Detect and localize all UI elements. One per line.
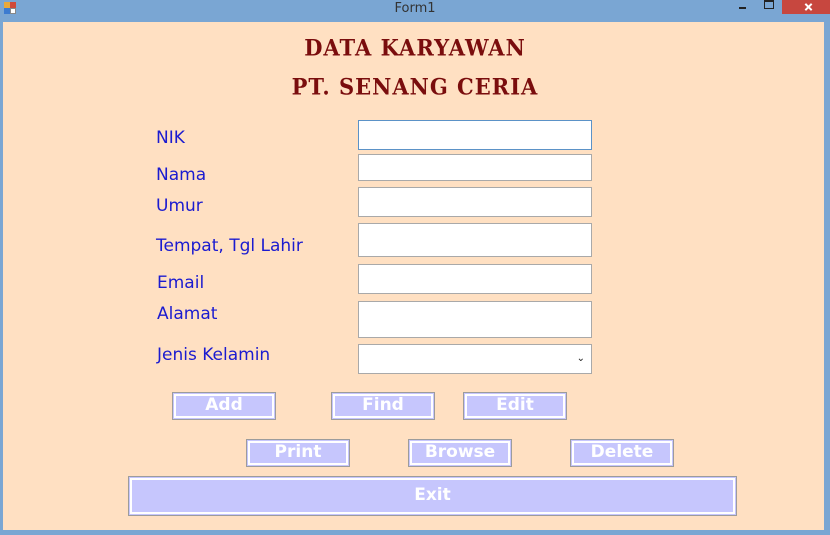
title-bar[interactable]: Form1 <box>0 0 830 20</box>
label-alamat: Alamat <box>157 304 218 324</box>
nik-input[interactable] <box>358 120 592 150</box>
edit-button[interactable]: Edit <box>463 392 567 420</box>
label-tempat-tgl-lahir: Tempat, Tgl Lahir <box>156 236 303 256</box>
close-icon[interactable] <box>782 0 830 14</box>
heading-company-name: PT. SENANG CERIA <box>291 73 539 100</box>
browse-button[interactable]: Browse <box>408 439 512 467</box>
maximize-icon[interactable] <box>758 0 780 14</box>
delete-button[interactable]: Delete <box>570 439 674 467</box>
window-title: Form1 <box>394 1 436 16</box>
minimize-icon[interactable] <box>731 0 753 14</box>
label-nama: Nama <box>156 165 207 185</box>
print-button[interactable]: Print <box>246 439 350 467</box>
alamat-input[interactable] <box>358 301 592 338</box>
label-jenis-kelamin: Jenis Kelamin <box>157 345 271 365</box>
exit-button[interactable]: Exit <box>128 476 737 516</box>
find-button[interactable]: Find <box>331 392 435 420</box>
tempat-tgl-lahir-input[interactable] <box>358 223 592 257</box>
label-email: Email <box>157 273 205 293</box>
label-umur: Umur <box>156 196 203 216</box>
chevron-down-icon[interactable]: ⌄ <box>577 353 585 364</box>
add-button[interactable]: Add <box>172 392 276 420</box>
email-input[interactable] <box>358 264 592 294</box>
label-nik: NIK <box>156 128 185 148</box>
heading-company-title: DATA KARYAWAN <box>304 34 526 61</box>
jenis-kelamin-select[interactable]: ⌄ <box>358 344 592 374</box>
umur-input[interactable] <box>358 187 592 217</box>
nama-input[interactable] <box>358 154 592 181</box>
form-window: Form1 DATA KARYAWAN PT. SENANG CERIA NIK… <box>0 0 830 535</box>
